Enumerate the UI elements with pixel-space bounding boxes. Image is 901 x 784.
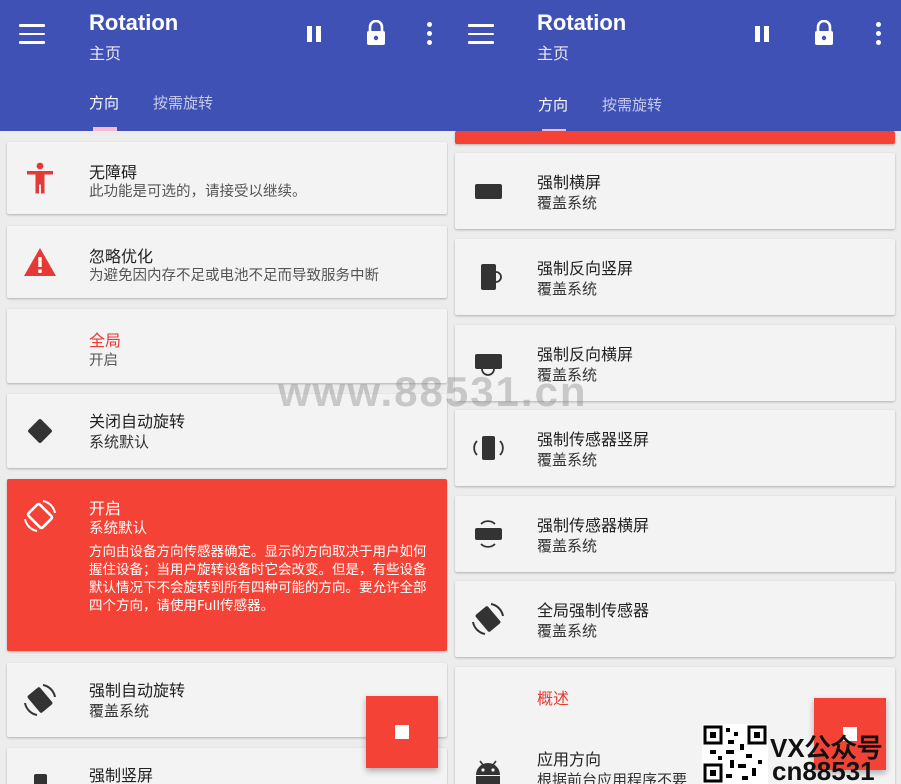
app-subtitle: 主页 xyxy=(537,44,570,63)
card-subtitle: 覆盖系统 xyxy=(89,702,150,720)
card-title: 强制传感器竖屏 xyxy=(537,430,650,449)
card-title: 关闭自动旋转 xyxy=(89,412,186,431)
sensor-portrait-icon xyxy=(471,431,505,465)
app-title: Rotation xyxy=(89,10,179,35)
reverse-portrait-icon xyxy=(471,260,505,294)
lock-icon[interactable] xyxy=(365,19,387,46)
sensor-landscape-icon xyxy=(471,517,505,551)
menu-icon[interactable] xyxy=(19,24,45,44)
force-sensor-portrait-card[interactable]: 强制传感器竖屏 覆盖系统 xyxy=(455,410,895,486)
tab-indicator xyxy=(93,127,117,131)
forced-auto-rotate-icon xyxy=(23,683,57,717)
lock-icon[interactable] xyxy=(813,19,835,46)
accessibility-card[interactable]: 无障碍 此功能是可选的，请接受以继续。 xyxy=(7,142,447,214)
app-subtitle: 主页 xyxy=(89,44,122,63)
card-title: 开启 xyxy=(89,499,122,518)
watermark: www.88531.cn xyxy=(278,368,588,415)
card-subtitle: 根据前台应用程序不要 xyxy=(537,771,688,784)
card-title: 全局 xyxy=(89,331,122,350)
card-subtitle: 覆盖系统 xyxy=(537,622,598,640)
warning-icon xyxy=(23,245,57,279)
stop-icon xyxy=(395,725,409,739)
card-title: 强制反向竖屏 xyxy=(537,259,634,278)
rotation-off-icon xyxy=(23,414,57,448)
app-bar: Rotation 主页 方向 按需旋转 xyxy=(0,0,448,131)
section-header: 概述 xyxy=(537,689,570,708)
auto-rotate-icon xyxy=(23,499,57,533)
card-subtitle: 开启 xyxy=(89,353,118,369)
card-subtitle: 此功能是可选的，请接受以继续。 xyxy=(89,184,307,200)
menu-icon[interactable] xyxy=(468,24,494,44)
card-title: 强制传感器横屏 xyxy=(537,516,650,535)
tab-orientation[interactable]: 方向 xyxy=(89,92,119,113)
full-sensor-icon xyxy=(471,602,505,636)
pause-icon[interactable] xyxy=(304,24,324,44)
force-sensor-landscape-card[interactable]: 强制传感器横屏 覆盖系统 xyxy=(455,496,895,572)
more-options-icon[interactable] xyxy=(873,22,883,46)
card-description: 方向由设备方向传感器确定。显示的方向取决于用户如何握住设备；当用户旋转设备时它会… xyxy=(89,544,427,614)
tab-on-demand[interactable]: 按需旋转 xyxy=(602,94,662,115)
app-bar: Rotation 主页 方向 按需旋转 xyxy=(448,0,901,133)
card-title: 应用方向 xyxy=(537,750,602,769)
card-subtitle: 覆盖系统 xyxy=(537,194,598,212)
card-subtitle: 覆盖系统 xyxy=(537,451,598,469)
overlay-line2: cn88531 xyxy=(772,756,875,784)
app-title: Rotation xyxy=(537,10,627,35)
card-subtitle: 系统默认 xyxy=(89,521,147,537)
card-title: 全局强制传感器 xyxy=(537,601,650,620)
selected-card-edge[interactable] xyxy=(455,131,895,144)
landscape-icon xyxy=(471,174,505,208)
accessibility-icon xyxy=(23,161,57,195)
more-options-icon[interactable] xyxy=(424,22,434,46)
force-landscape-card[interactable]: 强制横屏 覆盖系统 xyxy=(455,153,895,229)
card-title: 强制竖屏 xyxy=(89,766,154,784)
card-title: 强制反向横屏 xyxy=(537,345,634,364)
auto-rotate-card[interactable]: 开启 系统默认 方向由设备方向传感器确定。显示的方向取决于用户如何握住设备；当用… xyxy=(7,479,447,651)
global-force-sensor-card[interactable]: 全局强制传感器 覆盖系统 xyxy=(455,581,895,657)
portrait-icon xyxy=(23,770,57,784)
card-subtitle: 系统默认 xyxy=(89,433,150,451)
android-icon xyxy=(471,753,505,784)
card-subtitle: 为避免因内存不足或电池不足而导致服务中断 xyxy=(89,268,379,284)
ignore-optimization-card[interactable]: 忽略优化 为避免因内存不足或电池不足而导致服务中断 xyxy=(7,226,447,298)
stop-button[interactable] xyxy=(366,696,438,768)
tab-on-demand[interactable]: 按需旋转 xyxy=(153,92,213,113)
qr-code-icon xyxy=(702,724,768,784)
force-reverse-portrait-card[interactable]: 强制反向竖屏 覆盖系统 xyxy=(455,239,895,315)
pause-icon[interactable] xyxy=(752,24,772,44)
card-title: 强制横屏 xyxy=(537,173,602,192)
tab-orientation[interactable]: 方向 xyxy=(538,94,568,115)
card-title: 强制自动旋转 xyxy=(89,681,186,700)
card-subtitle: 覆盖系统 xyxy=(537,537,598,555)
card-subtitle: 覆盖系统 xyxy=(537,280,598,298)
